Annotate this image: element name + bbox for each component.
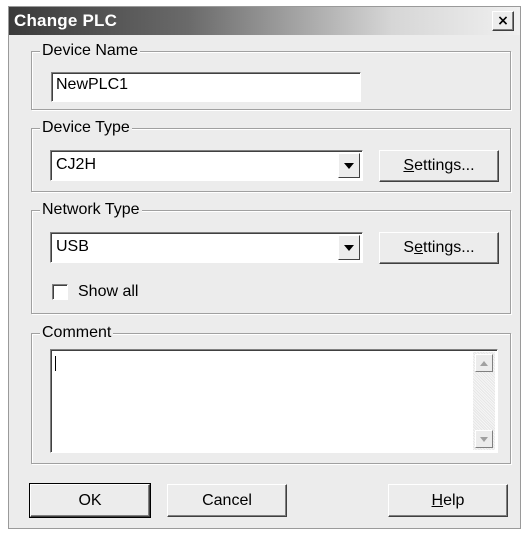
cancel-label: Cancel	[202, 491, 252, 509]
device-type-label: Device Type	[40, 119, 132, 137]
network-type-settings-pre: S	[403, 239, 415, 256]
device-type-selected: CJ2H	[56, 156, 97, 173]
scroll-down-icon	[480, 436, 488, 442]
chevron-down-icon	[344, 244, 354, 251]
device-type-dropdown-button[interactable]	[338, 153, 360, 178]
ok-button[interactable]: OK	[29, 483, 151, 518]
network-type-settings-button[interactable]: Se ttings...	[379, 232, 499, 264]
network-type-dropdown-button[interactable]	[338, 235, 360, 260]
network-type-settings-label: ttings...	[423, 239, 475, 256]
network-type-dropdown[interactable]: USB	[50, 232, 363, 263]
comment-textarea[interactable]	[50, 349, 498, 453]
comment-label: Comment	[40, 324, 114, 342]
comment-scrollbar[interactable]	[473, 352, 495, 450]
chevron-down-icon	[344, 162, 354, 169]
device-type-settings-accel: S	[403, 157, 415, 174]
device-name-group: Device Name NewPLC1	[31, 42, 511, 110]
change-plc-dialog: Change PLC × Device Name NewPLC1 Device …	[8, 6, 521, 529]
device-type-dropdown[interactable]: CJ2H	[50, 150, 363, 181]
text-caret	[55, 356, 56, 371]
network-type-label: Network Type	[40, 201, 142, 219]
scroll-up-icon	[480, 360, 488, 366]
help-label: elp	[443, 491, 465, 509]
show-all-label[interactable]: Show all	[78, 283, 138, 301]
help-button[interactable]: Help	[388, 484, 508, 517]
device-name-input[interactable]: NewPLC1	[51, 72, 361, 102]
network-type-group: Network Type USB Se ttings... Show all	[31, 201, 511, 314]
title-bar[interactable]: Change PLC ×	[9, 7, 520, 35]
ok-label: OK	[78, 491, 102, 509]
close-button[interactable]: ×	[492, 11, 514, 31]
device-type-group: Device Type CJ2H Settings...	[31, 119, 511, 192]
scroll-down-button[interactable]	[475, 430, 493, 448]
scroll-up-button[interactable]	[475, 354, 493, 372]
cancel-button[interactable]: Cancel	[167, 484, 287, 517]
network-type-settings-accel: e	[414, 239, 423, 256]
device-type-settings-button[interactable]: Settings...	[379, 150, 499, 182]
help-accel: H	[431, 491, 444, 509]
device-name-label: Device Name	[40, 42, 141, 60]
network-type-selected: USB	[56, 238, 89, 255]
close-icon: ×	[497, 13, 509, 29]
show-all-checkbox[interactable]	[52, 284, 68, 300]
comment-group: Comment	[31, 324, 511, 464]
device-type-settings-label: ettings...	[414, 157, 475, 174]
dialog-title: Change PLC	[14, 11, 118, 30]
